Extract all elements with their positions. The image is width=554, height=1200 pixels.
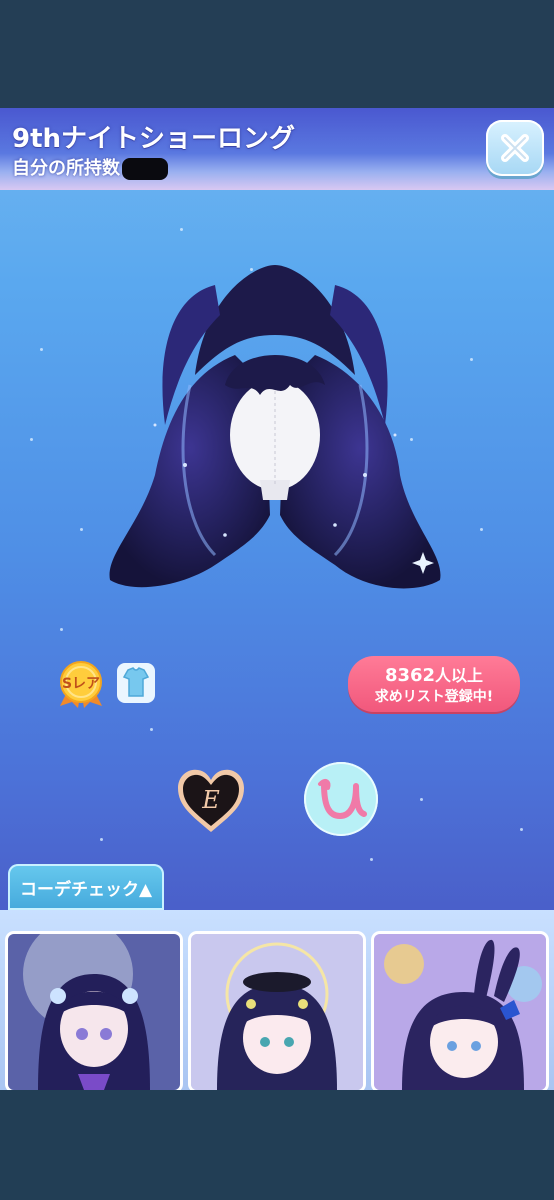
wishlist-count: 8362人以上 xyxy=(348,662,520,686)
bottom-bar-area xyxy=(0,1090,554,1200)
status-bar-area xyxy=(0,0,554,108)
heart-e-emblem-icon[interactable]: E xyxy=(174,766,248,836)
close-button[interactable] xyxy=(486,120,544,176)
owned-count-redacted xyxy=(122,158,168,180)
u-circle-emblem-icon[interactable] xyxy=(304,762,378,836)
hair-item-preview xyxy=(109,265,441,589)
wishlist-count-number: 8362 xyxy=(384,665,436,686)
wishlist-badge: 8362人以上 求めリスト登録中! xyxy=(348,656,520,712)
coordinate-thumbnail-2[interactable] xyxy=(191,934,363,1090)
coordinate-thumbnail-3[interactable] xyxy=(374,934,546,1090)
wishlist-text: 求めリスト登録中! xyxy=(374,689,494,705)
rarity-label: Sレア xyxy=(61,676,101,692)
coordinate-check-tab[interactable]: コーデチェック▲ xyxy=(8,864,164,910)
clothes-category-icon xyxy=(117,663,155,703)
close-icon xyxy=(501,134,529,162)
wishlist-count-suffix: 人以上 xyxy=(435,666,484,685)
svg-text:E: E xyxy=(201,786,220,814)
item-header: 9thナイトショーロング 自分の所持数 xyxy=(0,108,554,190)
owned-count: 自分の所持数 xyxy=(12,154,168,180)
coordinate-thumbnail-1[interactable] xyxy=(8,934,180,1090)
owned-count-label: 自分の所持数 xyxy=(12,158,120,179)
item-title: 9thナイトショーロング xyxy=(12,124,296,154)
